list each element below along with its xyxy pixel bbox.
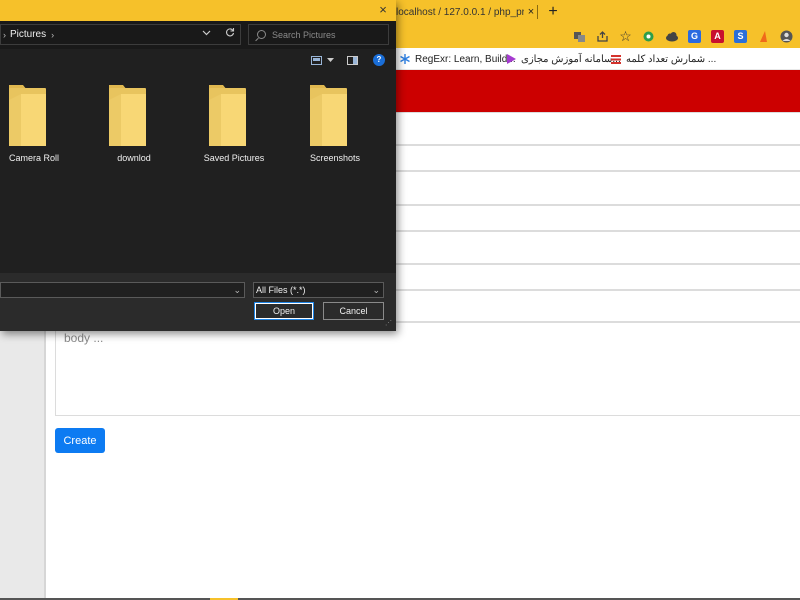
bookmark-lms[interactable]: سامانه آموزش مجازی... — [505, 48, 621, 70]
folder-icon — [9, 85, 46, 146]
refresh-icon[interactable] — [221, 24, 239, 45]
folder-label: Saved Pictures — [203, 153, 265, 163]
tab-separator — [537, 5, 538, 19]
orange-extension-icon[interactable] — [752, 24, 775, 48]
dialog-commandbar — [0, 49, 396, 71]
share-icon[interactable] — [591, 24, 614, 48]
folder-icon — [310, 85, 347, 146]
bookmark-word-counter[interactable]: شمارش تعداد کلمه ... — [610, 48, 716, 70]
search-placeholder: Search Pictures — [272, 29, 336, 40]
bookmark-label: RegExr: Learn, Build... — [415, 53, 516, 65]
green-extension-icon[interactable] — [637, 24, 660, 48]
bookmark-label: سامانه آموزش مجازی... — [521, 53, 621, 65]
breadcrumb-chevron-icon: › — [3, 29, 6, 40]
new-tab-button[interactable]: + — [544, 2, 562, 22]
bookmark-label: شمارش تعداد کلمه ... — [626, 53, 717, 65]
folder-icon — [109, 85, 146, 146]
help-icon[interactable]: ? — [372, 52, 386, 68]
folder-label: Camera Roll — [8, 153, 59, 163]
translate-icon[interactable] — [568, 24, 591, 48]
dialog-close-icon[interactable]: × — [373, 1, 393, 19]
breadcrumb-current[interactable]: Pictures — [10, 29, 46, 40]
view-options-icon[interactable] — [310, 52, 322, 68]
folder-label: downlod — [117, 153, 151, 163]
chevron-down-icon[interactable]: ⌄ — [372, 284, 380, 296]
file-type-value: All Files (*.*) — [256, 285, 306, 295]
preview-pane-icon[interactable] — [345, 52, 359, 68]
chevron-down-icon[interactable]: ⌄ — [233, 284, 241, 296]
extension-badge-icon[interactable]: S — [729, 24, 752, 48]
breadcrumb-chevron-icon[interactable]: › — [51, 30, 54, 40]
file-open-dialog: × › Pictures › Search Pictures ? Camera … — [0, 0, 396, 331]
search-input[interactable]: Search Pictures — [248, 24, 389, 45]
create-button[interactable]: Create — [55, 428, 105, 453]
list-lines-icon — [611, 55, 621, 64]
body-textarea[interactable]: body ... — [55, 322, 800, 416]
tab-close-icon[interactable]: × — [524, 6, 538, 18]
file-name-combobox[interactable]: ⌄ — [0, 282, 245, 298]
view-dropdown-icon[interactable] — [325, 52, 335, 68]
search-icon — [257, 30, 266, 39]
resize-grip-icon[interactable]: ⋰ — [385, 319, 394, 328]
file-type-select[interactable]: All Files (*.*) ⌄ — [253, 282, 384, 298]
bookmark-regexr[interactable]: RegExr: Learn, Build... — [399, 48, 516, 70]
folder-label: Screenshots — [309, 153, 361, 163]
folder-item-downlod[interactable]: downlod — [94, 82, 174, 166]
folder-icon — [209, 85, 246, 146]
folder-item-screenshots[interactable]: Screenshots — [295, 82, 375, 166]
address-dropdown-icon[interactable] — [197, 24, 215, 45]
regexr-icon — [400, 54, 410, 64]
google-translate-icon[interactable]: G — [683, 24, 706, 48]
cloud-extension-icon[interactable] — [660, 24, 683, 48]
extension-toolbar: ☆ G A S — [568, 24, 798, 48]
play-triangle-icon — [507, 54, 516, 64]
star-icon[interactable]: ☆ — [614, 24, 637, 48]
profile-icon[interactable] — [775, 24, 798, 48]
folder-item-saved-pictures[interactable]: Saved Pictures — [194, 82, 274, 166]
acrobat-icon[interactable]: A — [706, 24, 729, 48]
dialog-titlebar[interactable] — [0, 0, 396, 21]
tab-title: localhost / 127.0.0.1 / php_project — [396, 6, 524, 18]
body-placeholder: body ... — [64, 331, 104, 345]
cancel-button[interactable]: Cancel — [323, 302, 384, 320]
browser-tab[interactable]: localhost / 127.0.0.1 / php_project × — [392, 0, 538, 24]
folder-item-camera-roll[interactable]: Camera Roll — [0, 82, 74, 166]
open-button[interactable]: Open — [254, 302, 314, 320]
